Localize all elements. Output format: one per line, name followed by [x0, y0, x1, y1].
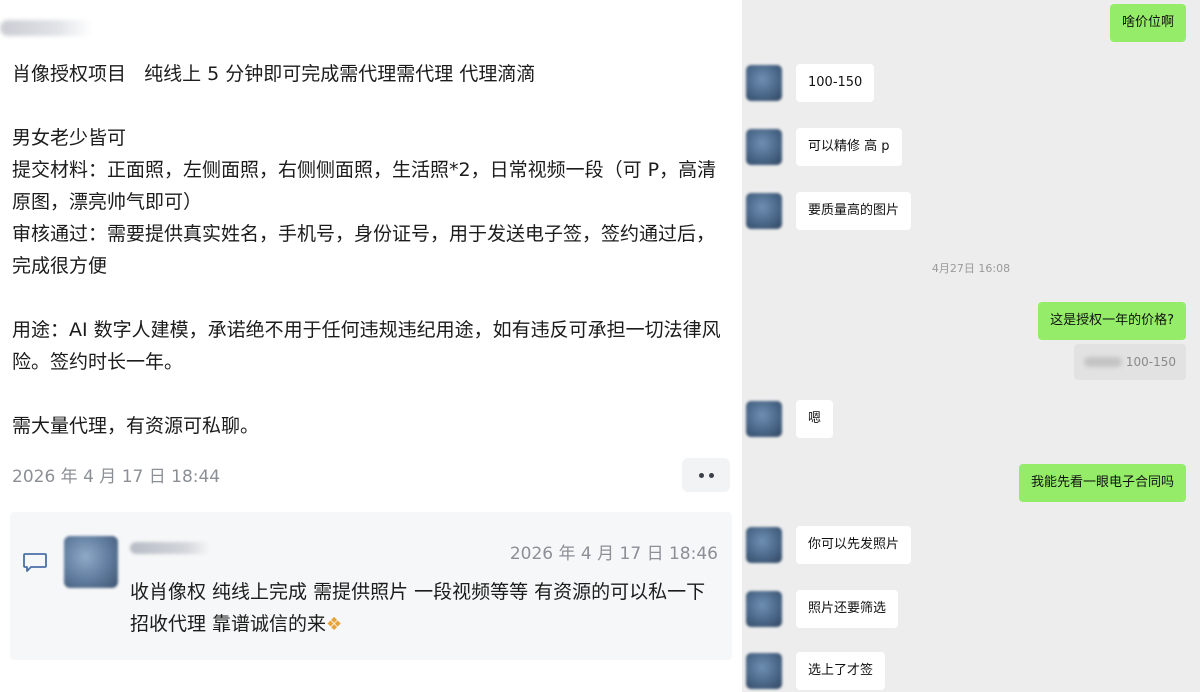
chat-message-in: 要质量高的图片 [746, 192, 912, 230]
chat-message-in: 可以精修 高 p [746, 128, 902, 166]
post-panel: 肖像授权项目 纯线上 5 分钟即可完成需代理需代理 代理滴滴 男女老少皆可 提交… [0, 0, 742, 692]
chat-message-out: 啥价位啊 [1109, 4, 1186, 42]
comment-icon [23, 553, 47, 572]
blurred-username [130, 542, 210, 554]
comment-section: 2026 年 4 月 17 日 18:46 收肖像权 纯线上完成 需提供照片 一… [10, 512, 732, 660]
post-paragraph: 提交材料：正面照，左侧面照，右侧侧面照，生活照*2，日常视频一段（可 P，高清原… [12, 159, 717, 213]
message-bubble[interactable]: 照片还要筛选 [796, 590, 899, 628]
post-paragraph: 男女老少皆可 [12, 127, 127, 149]
post-body: 肖像授权项目 纯线上 5 分钟即可完成需代理需代理 代理滴滴 男女老少皆可 提交… [12, 58, 732, 442]
chat-message-in: 选上了才签 [746, 652, 886, 690]
comment-timestamp: 2026 年 4 月 17 日 18:46 [509, 544, 718, 564]
message-bubble[interactable]: 我能先看一眼电子合同吗 [1018, 464, 1186, 502]
avatar[interactable] [746, 527, 782, 563]
avatar[interactable] [746, 193, 782, 229]
message-bubble[interactable]: 可以精修 高 p [796, 128, 902, 166]
message-bubble[interactable]: 这是授权一年的价格? [1038, 302, 1186, 340]
avatar[interactable] [746, 653, 782, 689]
chat-message-in: 照片还要筛选 [746, 590, 899, 628]
comment-text: 收肖像权 纯线上完成 需提供照片 一段视频等等 有资源的可以私一下 招收代理 靠… [130, 576, 728, 641]
dot-icon [698, 472, 704, 478]
post-paragraph: 肖像授权项目 纯线上 5 分钟即可完成需代理需代理 代理滴滴 [12, 63, 536, 85]
quoted-text: 100-150 [1125, 355, 1176, 369]
comment-body: 收肖像权 纯线上完成 需提供照片 一段视频等等 有资源的可以私一下 招收代理 靠… [130, 581, 706, 635]
chat-message-in: 嗯 [746, 400, 834, 438]
avatar[interactable] [746, 65, 782, 101]
chat-panel: 啥价位啊 100-150 可以精修 高 p 要质量高的图片 4月27日 16:0… [742, 0, 1200, 692]
chat-message-out: 我能先看一眼电子合同吗 [1018, 464, 1186, 502]
dot-icon [708, 472, 714, 478]
chat-message-in: 100-150 [746, 64, 875, 102]
message-bubble[interactable]: 要质量高的图片 [796, 192, 912, 230]
avatar[interactable] [746, 129, 782, 165]
message-bubble[interactable]: 选上了才签 [796, 652, 886, 690]
quoted-message[interactable]: 100-150 [1074, 344, 1186, 380]
post-paragraph: 用途：AI 数字人建模，承诺绝不用于任何违规违纪用途，如有违反可承担一切法律风险… [12, 319, 721, 373]
post-timestamp: 2026 年 4 月 17 日 18:44 [12, 467, 221, 487]
blurred-quote-sender [1084, 357, 1122, 367]
chat-message-out: 这是授权一年的价格? [1038, 302, 1186, 340]
handshake-icon: ❖ [326, 614, 343, 635]
message-bubble[interactable]: 嗯 [796, 400, 834, 438]
message-bubble[interactable]: 啥价位啊 [1109, 4, 1186, 42]
chat-timestamp: 4月27日 16:08 [931, 262, 1011, 275]
avatar[interactable] [64, 536, 118, 588]
message-bubble[interactable]: 你可以先发照片 [796, 526, 912, 564]
chat-message-in: 你可以先发照片 [746, 526, 912, 564]
more-options-button[interactable] [682, 458, 730, 492]
avatar[interactable] [746, 401, 782, 437]
post-paragraph: 审核通过：需要提供真实姓名，手机号，身份证号，用于发送电子签，签约通过后，完成很… [12, 223, 716, 277]
post-paragraph: 需大量代理，有资源可私聊。 [12, 415, 260, 437]
blurred-username [0, 20, 92, 36]
avatar[interactable] [746, 591, 782, 627]
message-bubble[interactable]: 100-150 [796, 64, 875, 102]
